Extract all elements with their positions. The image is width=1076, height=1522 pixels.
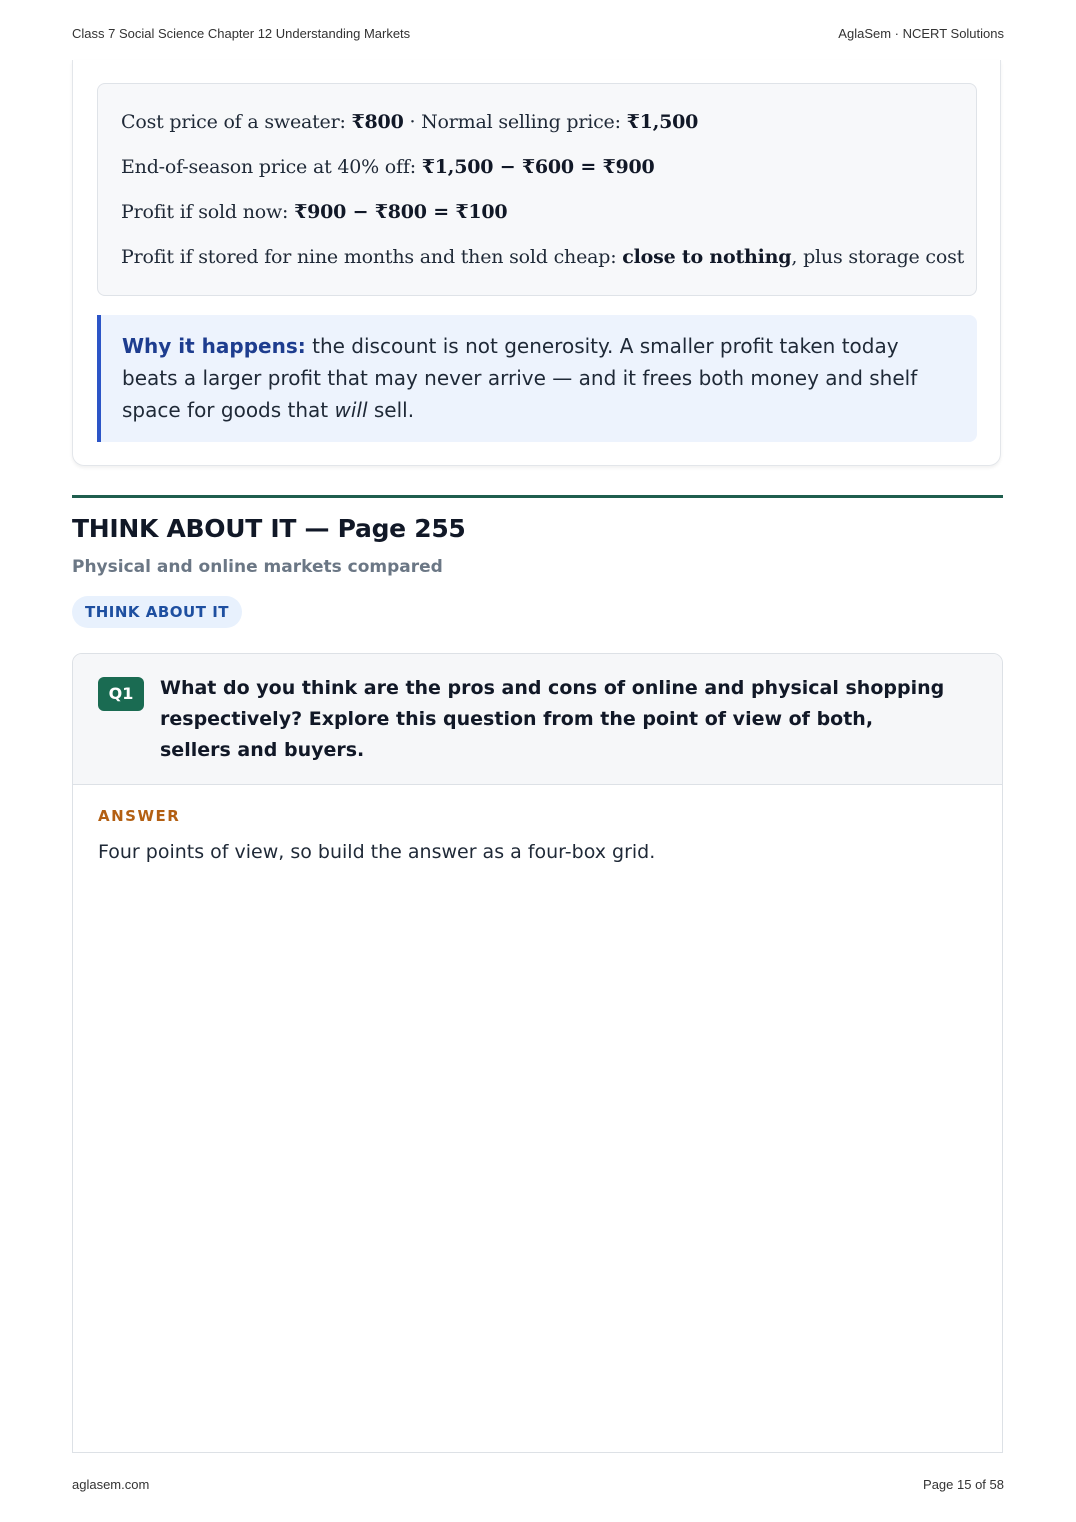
footer-page-number: Page 15 of 58 [923,1477,1004,1492]
page-footer: aglasem.com Page 15 of 58 [72,1477,1004,1492]
calc-line-profit-now: Profit if sold now: ₹900 − ₹800 = ₹100 [121,196,953,241]
calc-label: , plus storage cost [791,246,965,268]
calc-value: ₹1,500 [626,111,699,133]
calc-line-cost: Cost price of a sweater: ₹800 · Normal s… [121,106,953,151]
calc-label: Profit if sold now: [121,201,295,223]
answer-text: Four points of view, so build the answer… [98,841,656,863]
calc-line-discount: End-of-season price at 40% off: ₹1,500 −… [121,151,953,196]
calc-value: ₹900 − ₹800 = ₹100 [294,201,508,223]
calc-value: close to nothing [622,246,792,268]
calc-value: ₹1,500 − ₹600 = ₹900 [421,156,655,178]
footer-site: aglasem.com [72,1477,150,1492]
section-divider [72,495,1003,498]
answer-label: ANSWER [98,807,181,825]
section-subtitle: Physical and online markets compared [72,557,443,577]
calc-value: ₹800 [351,111,404,133]
callout-text-end: sell. [367,398,415,422]
calc-label: End-of-season price at 40% off: [121,156,422,178]
section-tag: THINK ABOUT IT [72,596,243,628]
calc-line-profit-stored: Profit if stored for nine months and the… [121,241,964,286]
calc-label: · Normal selling price: [403,111,627,133]
question-header: Q1 What do you think are the pros and co… [73,654,1002,785]
question-number-badge: Q1 [98,677,144,711]
calc-label: Cost price of a sweater: [121,111,352,133]
why-it-happens-callout: Why it happens: the discount is not gene… [97,315,977,442]
callout-emphasis: will [334,398,368,422]
page-header: Class 7 Social Science Chapter 12 Unders… [72,26,1004,41]
question-card: Q1 What do you think are the pros and co… [72,653,1003,1453]
header-title: Class 7 Social Science Chapter 12 Unders… [72,26,411,41]
header-brand: AglaSem · NCERT Solutions [838,26,1004,41]
callout-label: Why it happens: [122,334,306,358]
question-text: What do you think are the pros and cons … [160,677,945,761]
calc-label: Profit if stored for nine months and the… [121,246,623,268]
calculation-box: Cost price of a sweater: ₹800 · Normal s… [97,83,977,296]
section-title: THINK ABOUT IT — Page 255 [72,514,466,543]
